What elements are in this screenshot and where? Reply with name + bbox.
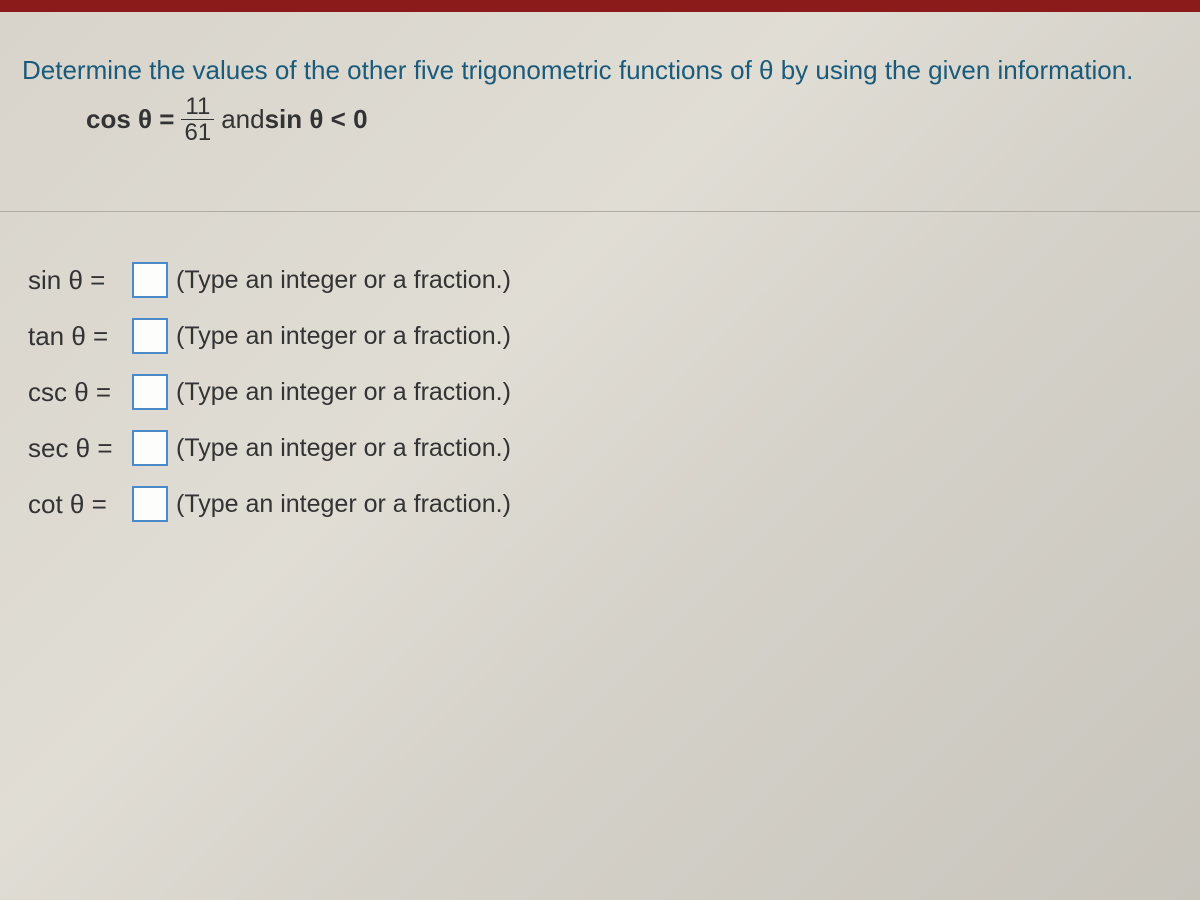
cot-hint: (Type an integer or a fraction.) [176, 490, 511, 519]
question-panel: Determine the values of the other five t… [0, 12, 1200, 167]
csc-input[interactable] [132, 374, 168, 410]
sin-hint: (Type an integer or a fraction.) [176, 266, 511, 295]
top-accent-bar [0, 0, 1200, 12]
answer-row-csc: csc θ = (Type an integer or a fraction.) [28, 374, 1172, 410]
cot-label: cot θ = [28, 489, 128, 520]
sec-label: sec θ = [28, 433, 128, 464]
sec-input[interactable] [132, 430, 168, 466]
fraction-numerator: 11 [181, 94, 214, 120]
given-sin-condition: sin θ < 0 [265, 104, 368, 135]
given-information: cos θ = 11 61 and sin θ < 0 [86, 94, 1178, 145]
given-and: and [221, 104, 264, 135]
csc-label: csc θ = [28, 377, 128, 408]
answer-row-sin: sin θ = (Type an integer or a fraction.) [28, 262, 1172, 298]
sec-hint: (Type an integer or a fraction.) [176, 434, 511, 463]
answer-row-tan: tan θ = (Type an integer or a fraction.) [28, 318, 1172, 354]
given-cos-label: cos θ = [86, 104, 175, 135]
given-fraction: 11 61 [181, 94, 216, 145]
tan-input[interactable] [132, 318, 168, 354]
csc-hint: (Type an integer or a fraction.) [176, 378, 511, 407]
sin-input[interactable] [132, 262, 168, 298]
answer-row-sec: sec θ = (Type an integer or a fraction.) [28, 430, 1172, 466]
fraction-denominator: 61 [181, 120, 216, 145]
cot-input[interactable] [132, 486, 168, 522]
tan-label: tan θ = [28, 321, 128, 352]
tan-hint: (Type an integer or a fraction.) [176, 322, 511, 351]
question-prompt: Determine the values of the other five t… [22, 54, 1178, 88]
answers-section: sin θ = (Type an integer or a fraction.)… [0, 212, 1200, 522]
sin-label: sin θ = [28, 265, 128, 296]
answer-row-cot: cot θ = (Type an integer or a fraction.) [28, 486, 1172, 522]
